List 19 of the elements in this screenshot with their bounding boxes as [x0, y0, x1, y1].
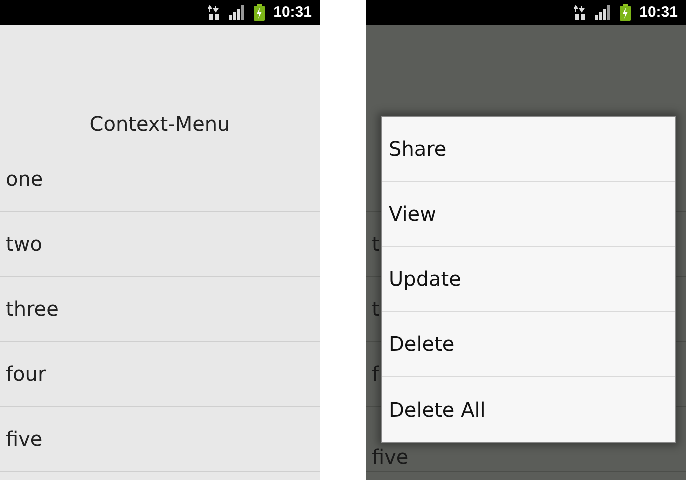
- menu-item[interactable]: Delete: [382, 312, 675, 377]
- menu-item[interactable]: Share: [382, 117, 675, 182]
- menu-item[interactable]: Delete All: [382, 377, 675, 442]
- signal-icon: [594, 5, 611, 20]
- battery-icon: [254, 4, 265, 21]
- clock-time: 10:31: [640, 4, 678, 21]
- menu-item[interactable]: Update: [382, 247, 675, 312]
- list-item[interactable]: five: [6, 427, 43, 451]
- list-item[interactable]: two: [6, 232, 42, 256]
- signal-icon: [228, 5, 245, 20]
- screen-title: Context-Menu: [90, 112, 230, 136]
- battery-icon: [620, 4, 631, 21]
- clock-time: 10:31: [274, 4, 312, 21]
- menu-item[interactable]: View: [382, 182, 675, 247]
- list-item[interactable]: three: [6, 297, 59, 321]
- list-item[interactable]: four: [6, 362, 46, 386]
- list-item[interactable]: one: [6, 167, 44, 191]
- network-3g-icon: [574, 4, 586, 20]
- network-3g-icon: [208, 4, 220, 20]
